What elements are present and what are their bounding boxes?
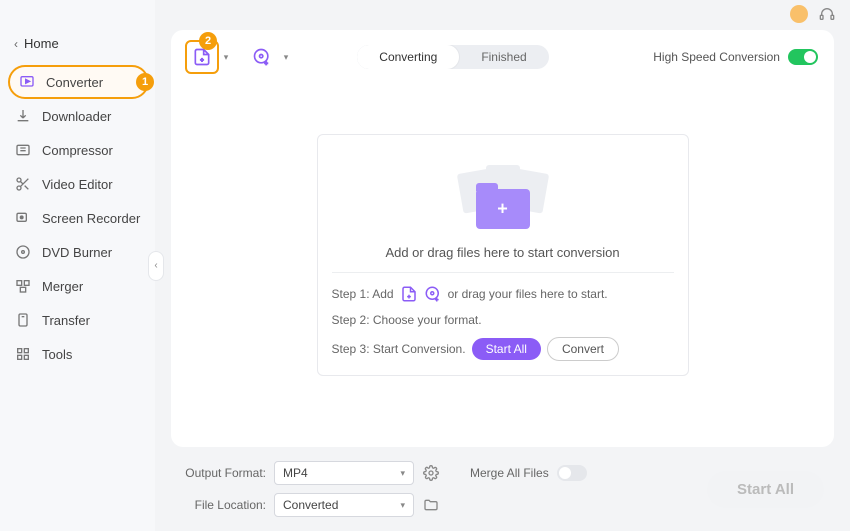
transfer-icon [14, 311, 32, 329]
download-icon [14, 107, 32, 125]
sidebar-item-tools[interactable]: Tools [0, 337, 155, 371]
callout-1: 1 [136, 73, 154, 91]
add-disc-chevron-down-icon[interactable]: ▾ [279, 52, 293, 63]
file-location-row: File Location: Converted ▾ [181, 493, 587, 517]
chevron-down-icon: ▾ [400, 500, 405, 511]
main-area: 2 ▾ ▾ Converting Finished High Speed Con… [155, 0, 850, 531]
header-icons [790, 5, 836, 23]
sidebar-item-label: Downloader [42, 109, 111, 124]
output-format-value: MP4 [283, 466, 308, 480]
step3-label: Step 3: Start Conversion. [332, 342, 466, 356]
scissors-icon [14, 175, 32, 193]
toolbar: 2 ▾ ▾ Converting Finished High Speed Con… [171, 30, 834, 84]
step1-label-b: or drag your files here to start. [448, 287, 608, 301]
start-all-pill[interactable]: Start All [472, 338, 541, 360]
tab-segment: Converting Finished [357, 45, 548, 69]
disc-plus-icon[interactable] [424, 285, 442, 303]
sidebar-item-label: Video Editor [42, 177, 113, 192]
disc-icon [14, 243, 32, 261]
step-2: Step 2: Choose your format. [332, 313, 674, 327]
sidebar-item-label: Screen Recorder [42, 211, 140, 226]
sidebar-item-video-editor[interactable]: Video Editor [0, 167, 155, 201]
avatar[interactable] [790, 5, 808, 23]
sidebar-item-screen-recorder[interactable]: Screen Recorder [0, 201, 155, 235]
chevron-left-icon: ‹ [14, 37, 18, 51]
output-format-label: Output Format: [181, 466, 266, 480]
file-location-label: File Location: [181, 498, 266, 512]
grid-icon [14, 345, 32, 363]
drop-area[interactable]: + Add or drag files here to start conver… [317, 134, 689, 376]
step-3: Step 3: Start Conversion. Start All Conv… [332, 337, 674, 361]
output-format-select[interactable]: MP4 ▾ [274, 461, 414, 485]
drop-visual: + Add or drag files here to start conver… [332, 153, 674, 272]
sidebar: ‹ Home Converter 1 Downloader Compressor [0, 0, 155, 531]
sidebar-item-label: Transfer [42, 313, 90, 328]
step1-label-a: Step 1: Add [332, 287, 394, 301]
content-panel: 2 ▾ ▾ Converting Finished High Speed Con… [171, 30, 834, 447]
compress-icon [14, 141, 32, 159]
sidebar-item-label: Tools [42, 347, 72, 362]
high-speed-row: High Speed Conversion [653, 49, 818, 65]
add-disc-button[interactable] [245, 40, 279, 74]
folder-illustration: + [458, 163, 548, 233]
converter-icon [18, 73, 36, 91]
step-1: Step 1: Add or drag your files here to s… [332, 285, 674, 303]
add-file-chevron-down-icon[interactable]: ▾ [219, 52, 233, 63]
convert-pill[interactable]: Convert [547, 337, 619, 361]
drop-text: Add or drag files here to start conversi… [385, 245, 619, 260]
footer: Output Format: MP4 ▾ Merge All Files Fil… [171, 447, 834, 517]
output-format-row: Output Format: MP4 ▾ Merge All Files [181, 461, 587, 485]
tab-finished[interactable]: Finished [459, 45, 548, 69]
sidebar-item-compressor[interactable]: Compressor [0, 133, 155, 167]
sidebar-item-label: DVD Burner [42, 245, 112, 260]
callout-2: 2 [199, 32, 217, 50]
sidebar-item-transfer[interactable]: Transfer [0, 303, 155, 337]
sidebar-item-converter[interactable]: Converter 1 [8, 65, 149, 99]
file-location-value: Converted [283, 498, 338, 512]
start-all-button[interactable]: Start All [707, 471, 824, 508]
sidebar-item-merger[interactable]: Merger [0, 269, 155, 303]
gear-icon[interactable] [422, 464, 440, 482]
merge-icon [14, 277, 32, 295]
merge-all-toggle[interactable] [557, 465, 587, 481]
home-link[interactable]: ‹ Home [0, 30, 155, 57]
sidebar-item-label: Merger [42, 279, 83, 294]
sidebar-item-dvd-burner[interactable]: DVD Burner [0, 235, 155, 269]
home-label: Home [24, 36, 59, 51]
steps: Step 1: Add or drag your files here to s… [332, 272, 674, 361]
merge-all-label: Merge All Files [470, 466, 549, 480]
sidebar-item-label: Converter [46, 75, 103, 90]
sidebar-item-label: Compressor [42, 143, 113, 158]
record-icon [14, 209, 32, 227]
collapse-sidebar-handle[interactable]: ‹ [148, 251, 164, 281]
tab-converting[interactable]: Converting [357, 45, 459, 69]
folder-icon[interactable] [422, 496, 440, 514]
file-location-select[interactable]: Converted ▾ [274, 493, 414, 517]
headset-icon[interactable] [818, 5, 836, 23]
file-plus-icon[interactable] [400, 285, 418, 303]
add-file-button[interactable]: 2 [185, 40, 219, 74]
sidebar-item-downloader[interactable]: Downloader [0, 99, 155, 133]
plus-icon: + [497, 199, 508, 220]
high-speed-label: High Speed Conversion [653, 50, 780, 64]
high-speed-toggle[interactable] [788, 49, 818, 65]
step2-label: Step 2: Choose your format. [332, 313, 482, 327]
chevron-down-icon: ▾ [400, 468, 405, 479]
